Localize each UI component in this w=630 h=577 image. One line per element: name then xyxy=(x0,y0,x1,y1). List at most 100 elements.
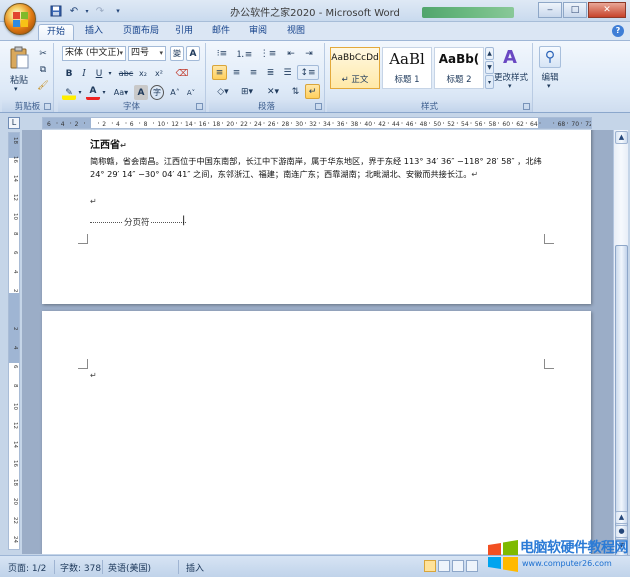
font-name-combo[interactable]: 宋体 (中文正) xyxy=(62,46,126,61)
copy-icon[interactable]: ⧉ xyxy=(36,62,50,77)
crop-mark-top-left xyxy=(78,359,88,369)
distributed-icon[interactable]: ☰ xyxy=(280,65,295,80)
clipboard-launcher-icon[interactable] xyxy=(44,103,51,110)
numbering-icon[interactable]: ⒈≡ xyxy=(234,46,254,61)
vertical-scrollbar[interactable]: ▲ ▲ ● ▼ xyxy=(613,130,628,567)
font-color-dropdown-icon[interactable]: ▾ xyxy=(100,85,108,100)
style-heading-1[interactable]: AaBl 标题 1 xyxy=(382,47,432,89)
title-bar: ↶ ▾ ↷ ▾ 办公软件之家2020 - Microsoft Word ‒ □ … xyxy=(0,0,630,22)
minimize-button[interactable]: ‒ xyxy=(538,2,562,18)
tab-selector-button[interactable]: L xyxy=(8,117,20,129)
web-layout-view-icon[interactable] xyxy=(452,560,464,572)
superscript-icon[interactable]: x² xyxy=(152,66,166,81)
styles-launcher-icon[interactable] xyxy=(523,103,530,110)
bold-icon[interactable]: B xyxy=(62,66,76,81)
borders-icon[interactable]: ⊞▾ xyxy=(236,84,258,99)
change-case-icon[interactable]: Aa▾ xyxy=(112,85,130,100)
font-color-icon[interactable]: A xyxy=(86,85,100,100)
enclose-characters-icon[interactable]: 字 xyxy=(150,85,164,100)
character-border-icon[interactable]: A xyxy=(186,46,200,61)
ruler-tick-label: 6 xyxy=(47,121,51,128)
status-separator xyxy=(54,560,55,574)
cut-icon[interactable]: ✂ xyxy=(36,46,50,61)
tab-insert[interactable]: 插入 xyxy=(78,24,110,40)
paste-icon[interactable] xyxy=(6,45,32,71)
paste-label[interactable]: 粘贴 xyxy=(6,73,32,86)
tab-mailings[interactable]: 邮件 xyxy=(205,24,237,40)
full-screen-view-icon[interactable] xyxy=(438,560,450,572)
underline-dropdown-icon[interactable]: ▾ xyxy=(106,66,114,81)
change-styles-dropdown-icon[interactable]: ▾ xyxy=(508,82,512,90)
ruler-tick-label: 8 xyxy=(144,121,148,128)
find-icon[interactable]: ⚲ xyxy=(539,46,561,68)
ruler-tick-label: 22 xyxy=(12,517,18,524)
grow-font-icon[interactable]: A˄ xyxy=(168,85,182,100)
scroll-up-icon[interactable]: ▲ xyxy=(615,511,628,524)
highlight-icon[interactable]: ✎ xyxy=(62,85,76,100)
paragraph-launcher-icon[interactable] xyxy=(315,103,322,110)
justify-icon[interactable]: ≣ xyxy=(263,65,278,80)
tab-view[interactable]: 视图 xyxy=(280,24,312,40)
scroll-up-icon[interactable]: ▲ xyxy=(615,131,628,144)
change-styles-icon[interactable]: A xyxy=(499,46,521,68)
subscript-icon[interactable]: x₂ xyxy=(136,66,150,81)
page-1[interactable]: 江西省↵ 简称赣，省会南昌。江西位于中国东南部，长江中下游南岸，属于华东地区，界… xyxy=(42,130,591,304)
horizontal-ruler[interactable]: 6 4 2 2 4 6 8 10 12 14 16 18 20 22 24 26 28 30 32 34 36 38 40 4… xyxy=(42,117,592,129)
shading-icon[interactable]: ◇▾ xyxy=(212,84,234,99)
styles-scroll-up-icon[interactable]: ▲ xyxy=(485,47,494,60)
chinese-layout-icon[interactable]: ✕▾ xyxy=(262,84,284,99)
italic-icon[interactable]: I xyxy=(77,66,91,81)
clear-formatting-icon[interactable]: ⌫ xyxy=(174,66,190,81)
tab-home[interactable]: 开始 xyxy=(38,24,74,40)
title-bar-highlight xyxy=(422,7,514,18)
ruler-tick-label: 14 xyxy=(185,121,193,128)
paste-dropdown-icon[interactable]: ▾ xyxy=(14,85,18,93)
paragraph-mark-icon: ↵ xyxy=(471,170,479,179)
increase-indent-icon[interactable]: ⇥ xyxy=(301,46,317,61)
sort-icon[interactable]: ⇅ xyxy=(288,84,303,99)
tab-page-layout[interactable]: 页面布局 xyxy=(116,24,166,40)
decrease-indent-icon[interactable]: ⇤ xyxy=(283,46,299,61)
status-page[interactable]: 页面: 1/2 xyxy=(8,561,46,574)
format-painter-icon[interactable]: 🖌 xyxy=(36,78,50,93)
page-2[interactable]: ↵ xyxy=(42,311,591,554)
character-shading-icon[interactable]: A xyxy=(134,85,148,100)
doc-paragraph[interactable]: 简称赣，省会南昌。江西位于中国东南部，长江中下游南岸，属于华东地区，界于东经 1… xyxy=(90,155,552,181)
style-normal[interactable]: AaBbCcDd ↵ 正文 xyxy=(330,47,380,89)
show-marks-icon[interactable]: ↵ xyxy=(305,84,320,99)
status-mode[interactable]: 插入 xyxy=(186,561,204,574)
line-spacing-icon[interactable]: ↕≡ xyxy=(297,65,319,80)
editing-dropdown-icon[interactable]: ▾ xyxy=(547,82,551,90)
ruler-tick-label: 70 xyxy=(571,121,579,128)
print-layout-view-icon[interactable] xyxy=(424,560,436,572)
tab-review[interactable]: 审阅 xyxy=(242,24,274,40)
highlight-dropdown-icon[interactable]: ▾ xyxy=(76,85,84,100)
strikethrough-icon[interactable]: abc xyxy=(118,66,134,81)
help-icon[interactable]: ? xyxy=(612,25,624,37)
ruler-tick-label: 18 xyxy=(12,479,18,486)
align-center-icon[interactable]: ≡ xyxy=(229,65,244,80)
maximize-button[interactable]: □ xyxy=(563,2,587,18)
page-break-marker[interactable]: 分页符 | xyxy=(90,215,188,228)
bullets-icon[interactable]: ⁝≡ xyxy=(212,46,232,61)
status-language[interactable]: 英语(美国) xyxy=(108,561,151,574)
underline-icon[interactable]: U xyxy=(92,66,106,81)
document-area[interactable]: 江西省↵ 简称赣，省会南昌。江西位于中国东南部，长江中下游南岸，属于华东地区，界… xyxy=(22,130,613,554)
align-right-icon[interactable]: ≡ xyxy=(246,65,261,80)
shrink-font-icon[interactable]: A˅ xyxy=(184,85,198,100)
office-button[interactable] xyxy=(4,3,36,35)
multilevel-list-icon[interactable]: ⋮≡ xyxy=(258,46,278,61)
close-button[interactable]: ✕ xyxy=(588,2,626,18)
font-size-combo[interactable]: 四号 xyxy=(128,46,166,61)
vertical-ruler[interactable]: 18 16 14 12 10 8 6 4 2 2 4 6 8 10 12 14 16 18 20 22 24 xyxy=(8,132,20,550)
align-left-icon[interactable]: ≡ xyxy=(212,65,227,80)
phonetic-guide-icon[interactable]: 變 xyxy=(170,46,184,61)
watermark-url: www.computer26.com xyxy=(522,559,612,568)
ribbon: 粘贴 ▾ ✂ ⧉ 🖌 剪贴板 宋体 (中文正) 四号 變 A B I U ▾ a… xyxy=(0,40,630,113)
status-words[interactable]: 字数: 378 xyxy=(60,561,101,574)
font-launcher-icon[interactable] xyxy=(196,103,203,110)
tab-references[interactable]: 引用 xyxy=(168,24,200,40)
style-heading-2[interactable]: AaBb( 标题 2 xyxy=(434,47,484,89)
outline-view-icon[interactable] xyxy=(466,560,478,572)
doc-heading[interactable]: 江西省↵ xyxy=(90,136,127,151)
